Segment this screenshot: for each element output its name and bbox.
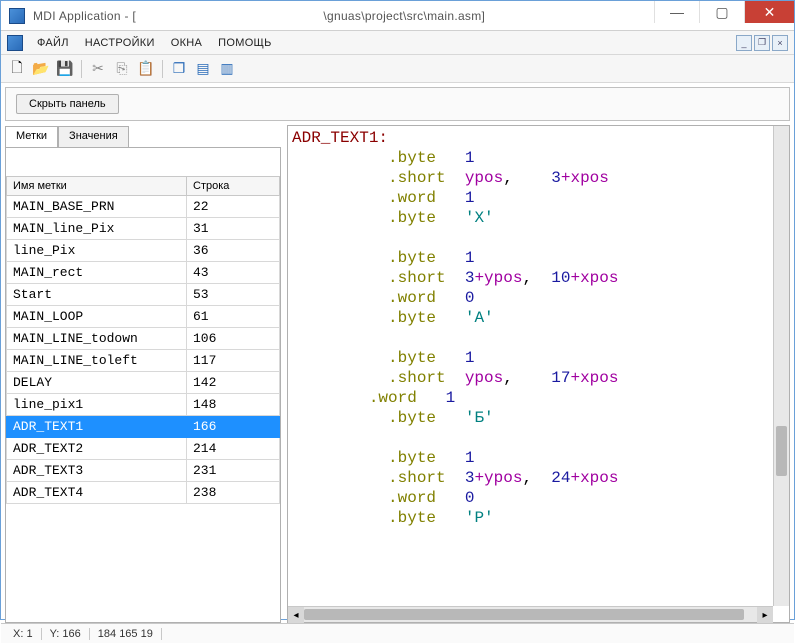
label-line-cell: 43 (187, 262, 280, 284)
table-row[interactable]: MAIN_LINE_toleft117 (7, 350, 280, 372)
new-file-icon[interactable]: 🗋 (7, 59, 27, 79)
label-name-cell: ADR_TEXT3 (7, 460, 187, 482)
label-name-cell: MAIN_LINE_toleft (7, 350, 187, 372)
label-line-cell: 214 (187, 438, 280, 460)
scroll-left-icon[interactable]: ◂ (288, 607, 304, 623)
window-title: MDI Application - [ \gnuas\project\src\m… (33, 9, 654, 23)
label-name-cell: MAIN_line_Pix (7, 218, 187, 240)
label-name-cell: line_Pix (7, 240, 187, 262)
label-name-cell: MAIN_rect (7, 262, 187, 284)
status-rgb: 184 165 19 (90, 628, 162, 640)
label-line-cell: 148 (187, 394, 280, 416)
label-line-cell: 238 (187, 482, 280, 504)
mdi-minimize-button[interactable]: _ (736, 35, 752, 51)
label-line-cell: 36 (187, 240, 280, 262)
menubar: ФАЙЛ НАСТРОЙКИ ОКНА ПОМОЩЬ _ ❐ × (1, 31, 794, 55)
table-row[interactable]: line_Pix36 (7, 240, 280, 262)
scroll-thumb[interactable] (776, 426, 787, 476)
table-row[interactable]: MAIN_BASE_PRN22 (7, 196, 280, 218)
label-name-cell: MAIN_BASE_PRN (7, 196, 187, 218)
mdi-restore-button[interactable]: ❐ (754, 35, 770, 51)
menu-help[interactable]: ПОМОЩЬ (210, 37, 280, 49)
labels-panel: Метки Значения Имя метки Строка MAIN_BAS… (5, 125, 281, 623)
col-label-name[interactable]: Имя метки (7, 177, 187, 196)
labels-table: Имя метки Строка MAIN_BASE_PRN22MAIN_lin… (6, 176, 280, 504)
app-icon (9, 8, 25, 24)
table-row[interactable]: ADR_TEXT1166 (7, 416, 280, 438)
label-line-cell: 142 (187, 372, 280, 394)
table-row[interactable]: MAIN_LINE_todown106 (7, 328, 280, 350)
hide-panel-button[interactable]: Скрыть панель (16, 94, 119, 114)
tile-h-icon[interactable]: ▤ (193, 59, 213, 79)
panel-toggle-row: Скрыть панель (5, 87, 790, 121)
label-name-cell: Start (7, 284, 187, 306)
toolbar-separator (162, 60, 163, 78)
status-x: X: 1 (5, 628, 42, 640)
label-name-cell: line_pix1 (7, 394, 187, 416)
cut-icon[interactable]: ✂ (88, 59, 108, 79)
table-row[interactable]: line_pix1148 (7, 394, 280, 416)
table-row[interactable]: ADR_TEXT4238 (7, 482, 280, 504)
menu-windows[interactable]: ОКНА (163, 37, 210, 49)
label-line-cell: 61 (187, 306, 280, 328)
minimize-button[interactable]: — (654, 1, 699, 23)
label-name-cell: ADR_TEXT1 (7, 416, 187, 438)
paste-icon[interactable]: 📋 (136, 59, 156, 79)
label-line-cell: 31 (187, 218, 280, 240)
toolbar: 🗋 📂 💾 ✂ ⎘ 📋 ❐ ▤ ▥ (1, 55, 794, 83)
titlebar: MDI Application - [ \gnuas\project\src\m… (1, 1, 794, 31)
label-name-cell: MAIN_LOOP (7, 306, 187, 328)
scroll-right-icon[interactable]: ▸ (757, 607, 773, 623)
status-y: Y: 166 (42, 628, 90, 640)
table-row[interactable]: ADR_TEXT2214 (7, 438, 280, 460)
label-line-cell: 117 (187, 350, 280, 372)
save-file-icon[interactable]: 💾 (55, 59, 75, 79)
label-name-cell: ADR_TEXT4 (7, 482, 187, 504)
copy-icon[interactable]: ⎘ (112, 59, 132, 79)
label-line-cell: 22 (187, 196, 280, 218)
table-row[interactable]: ADR_TEXT3231 (7, 460, 280, 482)
table-row[interactable]: DELAY142 (7, 372, 280, 394)
table-row[interactable]: MAIN_LOOP61 (7, 306, 280, 328)
label-name-cell: DELAY (7, 372, 187, 394)
menu-settings[interactable]: НАСТРОЙКИ (77, 37, 163, 49)
vertical-scrollbar[interactable] (773, 126, 789, 606)
tab-values[interactable]: Значения (58, 126, 129, 148)
label-line-cell: 231 (187, 460, 280, 482)
toolbar-separator (81, 60, 82, 78)
app-menu-icon (7, 35, 23, 51)
close-button[interactable]: ✕ (744, 1, 794, 23)
label-name-cell: ADR_TEXT2 (7, 438, 187, 460)
table-row[interactable]: MAIN_line_Pix31 (7, 218, 280, 240)
table-row[interactable]: Start53 (7, 284, 280, 306)
scroll-thumb[interactable] (304, 609, 744, 620)
col-line[interactable]: Строка (187, 177, 280, 196)
label-line-cell: 166 (187, 416, 280, 438)
menu-file[interactable]: ФАЙЛ (29, 37, 77, 49)
tile-v-icon[interactable]: ▥ (217, 59, 237, 79)
cascade-icon[interactable]: ❐ (169, 59, 189, 79)
open-file-icon[interactable]: 📂 (31, 59, 51, 79)
table-row[interactable]: MAIN_rect43 (7, 262, 280, 284)
tab-labels[interactable]: Метки (5, 126, 58, 148)
maximize-button[interactable]: ▢ (699, 1, 744, 23)
code-editor[interactable]: ADR_TEXT1: .byte 1 .short ypos, 3+xpos .… (287, 125, 790, 623)
label-line-cell: 53 (187, 284, 280, 306)
statusbar: X: 1 Y: 166 184 165 19 (1, 623, 794, 643)
label-line-cell: 106 (187, 328, 280, 350)
label-name-cell: MAIN_LINE_todown (7, 328, 187, 350)
mdi-close-button[interactable]: × (772, 35, 788, 51)
